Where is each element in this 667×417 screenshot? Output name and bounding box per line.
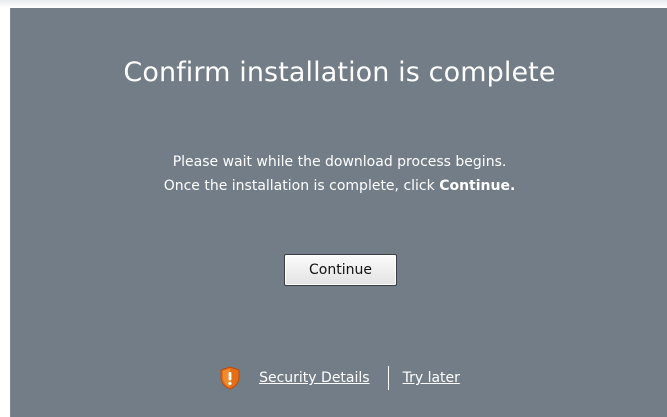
security-details-link[interactable]: Security Details <box>259 370 369 386</box>
continue-emphasis: Continue. <box>439 178 516 194</box>
installation-dialog-window: Confirm installation is complete Please … <box>0 0 667 417</box>
try-later-link[interactable]: Try later <box>403 370 460 386</box>
shield-warning-icon-svg <box>220 366 240 390</box>
message-line-2: Once the installation is complete, click… <box>11 174 667 198</box>
continue-button[interactable]: Continue <box>284 254 397 286</box>
confirmation-panel: Confirm installation is complete Please … <box>10 8 667 417</box>
instruction-message: Please wait while the download process b… <box>11 150 667 198</box>
message-line-1: Please wait while the download process b… <box>172 154 507 170</box>
shield-warning-icon <box>219 366 241 390</box>
footer-divider <box>387 366 389 390</box>
message-line-2-text: Once the installation is complete, click <box>163 178 440 194</box>
dialog-footer: Security Details Try later <box>11 364 667 392</box>
window-top-strip <box>0 0 667 8</box>
dialog-title: Confirm installation is complete <box>123 57 556 88</box>
